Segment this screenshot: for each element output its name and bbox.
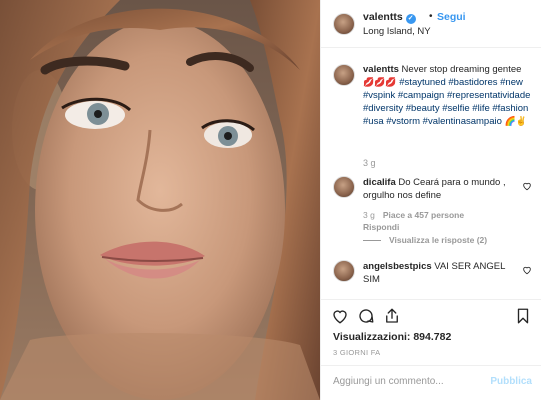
- author-username-text[interactable]: valentts: [363, 11, 403, 23]
- post-actions: Visualizzazioni: 894.782 3 GIORNI FA: [321, 299, 541, 365]
- verified-badge-icon: ✓: [405, 14, 416, 24]
- comment-meta: 3 g Piace a 457 persone: [363, 210, 472, 220]
- comment-composer: Aggiungi un commento... Pubblica: [321, 365, 541, 400]
- publish-button[interactable]: Pubblica: [490, 376, 532, 387]
- post-side-panel: valentts ✓ • Segui Long Island, NY valent…: [320, 0, 541, 400]
- separator-dot: •: [429, 11, 433, 22]
- follow-button[interactable]: Segui: [437, 11, 466, 23]
- caption-time[interactable]: 3 g: [363, 158, 376, 168]
- replies-line: [363, 240, 381, 242]
- views-count[interactable]: Visualizzazioni: 894.782: [333, 331, 451, 343]
- comment-time[interactable]: 3 g: [363, 210, 375, 220]
- comment-icon[interactable]: [357, 307, 375, 325]
- comment-input[interactable]: Aggiungi un commento...: [333, 376, 444, 387]
- comment-likes-count[interactable]: Piace a 457 persone: [383, 210, 464, 220]
- post-video[interactable]: [0, 0, 320, 400]
- comment-username[interactable]: angelsbestpics: [363, 261, 432, 272]
- post-age: 3 GIORNI FA: [333, 348, 381, 357]
- share-icon[interactable]: [383, 307, 401, 325]
- comment-reply-row: Rispondi: [363, 222, 407, 232]
- comment-item: dicalifa Do Ceará para o mundo , orgulho…: [363, 176, 513, 202]
- comments-list[interactable]: valentts Never stop dreaming gentee 💋💋💋 …: [321, 48, 541, 299]
- author-username[interactable]: valentts ✓: [363, 11, 416, 24]
- portrait-image: [0, 0, 320, 400]
- view-replies-button[interactable]: Visualizza le risposte (2): [363, 235, 487, 245]
- heart-icon[interactable]: [331, 307, 349, 325]
- location-link[interactable]: Long Island, NY: [363, 26, 431, 37]
- post-caption: valentts Never stop dreaming gentee 💋💋💋 …: [363, 63, 533, 128]
- post-header: valentts ✓ • Segui Long Island, NY: [321, 0, 541, 48]
- rainbow-peace-emoji: 🌈✌: [504, 116, 527, 126]
- reply-button[interactable]: Rispondi: [363, 222, 399, 232]
- caption-text: Never stop dreaming gentee: [398, 64, 522, 75]
- comment-item: angelsbestpics VAI SER ANGEL SIM: [363, 260, 513, 286]
- comment-avatar[interactable]: [333, 260, 355, 282]
- comment-username[interactable]: dicalifa: [363, 177, 396, 188]
- bookmark-icon[interactable]: [514, 307, 532, 325]
- comment-like-heart-icon[interactable]: [522, 265, 532, 277]
- kiss-emoji: 💋💋💋: [363, 77, 397, 87]
- caption-username[interactable]: valentts: [363, 64, 399, 75]
- comment-avatar[interactable]: [333, 176, 355, 198]
- caption-avatar[interactable]: [333, 64, 355, 86]
- comment-like-heart-icon[interactable]: [522, 181, 532, 193]
- author-avatar[interactable]: [333, 13, 355, 35]
- view-replies-label[interactable]: Visualizza le risposte (2): [389, 235, 487, 245]
